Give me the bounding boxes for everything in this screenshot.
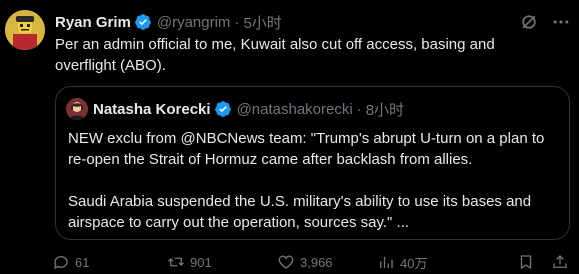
quoted-text-line: NEW exclu from @NBCNews team: "Trump's a… [68,130,545,147]
tweet-text-line: overflight (ABO). [55,57,166,74]
verified-badge-icon [134,13,152,31]
tweet[interactable]: Ryan Grim @ryangrim · 5小时 Per an admin o… [0,0,579,274]
share-button[interactable] [551,253,569,271]
views-button[interactable]: 40万 [377,253,457,272]
quoted-paragraph: NEW exclu from @NBCNews team: "Trump's a… [68,128,563,170]
reply-count: 61 [75,254,90,270]
bookmark-button[interactable] [517,253,535,271]
quoted-author-avatar [66,98,88,120]
quoted-tweet-text: NEW exclu from @NBCNews team: "Trump's a… [68,128,563,233]
quoted-author-handle: @natashakorecki [236,100,353,118]
tweet-text-line: Per an admin official to me, Kuwait also… [55,36,495,53]
quoted-tweet-header: Natasha Korecki @natashakorecki · 8小时 [66,98,559,120]
reply-icon [53,256,68,270]
tweet-actions: 61 901 3,966 40万 [52,252,569,272]
like-count: 3,966 [300,254,333,270]
repost-count: 901 [190,254,212,270]
repost-button[interactable]: 901 [167,253,277,271]
repost-icon [168,257,184,267]
more-icon[interactable] [551,12,571,32]
views-icon [380,256,393,268]
quoted-text-line: Saudi Arabia suspended the U.S. military… [68,193,532,210]
tweet-header: Ryan Grim @ryangrim · 5小时 [55,11,571,33]
like-icon [278,255,294,269]
author-handle[interactable]: @ryangrim [157,14,231,31]
verified-badge-icon [214,100,232,118]
quoted-author-name: Natasha Korecki [93,100,211,118]
quoted-text-line: re-open the Strait of Hormuz came after … [68,151,473,168]
tweet-text: Per an admin official to me, Kuwait also… [55,34,570,76]
reply-button[interactable]: 61 [52,253,132,271]
like-button[interactable]: 3,966 [277,253,367,271]
share-icon [553,255,567,268]
author-name[interactable]: Ryan Grim [55,14,131,31]
separator-dot: · [234,13,240,31]
quoted-paragraph: Saudi Arabia suspended the U.S. military… [68,191,563,233]
separator-dot: · [356,100,362,118]
tweet-timestamp[interactable]: 5小时 [243,12,281,33]
grok-icon[interactable] [519,12,539,32]
quoted-tweet[interactable]: Natasha Korecki @natashakorecki · 8小时 NE… [55,86,570,240]
quoted-text-line: airspace to carry out the operation, sou… [68,214,410,231]
views-count: 40万 [400,255,428,271]
bookmark-icon [520,255,532,270]
quoted-tweet-timestamp: 8小时 [365,101,405,119]
author-avatar[interactable] [5,10,45,50]
